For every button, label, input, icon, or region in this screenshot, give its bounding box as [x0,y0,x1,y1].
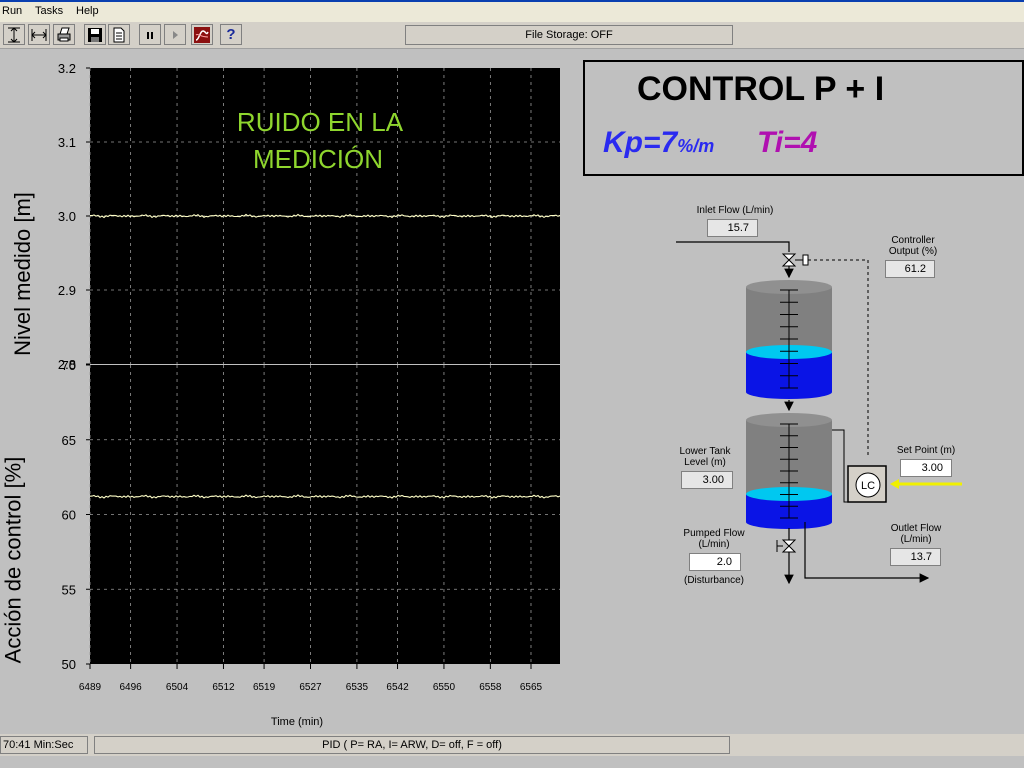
controller-output-label-1: Controller [891,235,935,246]
annotation-line-1: RUIDO EN LA [237,107,404,137]
x-tick-label: 6489 [79,682,102,693]
level-ytick-label: 2.9 [58,283,76,298]
outlet-flow-field: 13.7 [890,548,941,566]
outlet-valve-icon[interactable] [776,539,797,553]
controller-mode: PID ( P= RA, I= ARW, D= off, F = off) [94,736,730,754]
pumped-flow-label-2: (L/min) [698,539,730,550]
action-ytick-label: 70 [62,358,76,373]
sensor-line [832,429,848,503]
outlet-flow-label-2: (L/min) [900,534,932,545]
status-bar: 70:41 Min:Sec PID ( P= RA, I= ARW, D= of… [0,734,1024,756]
lower-tank [746,413,832,529]
setpoint-field[interactable]: 3.00 [900,459,952,477]
level-ytick-label: 3.0 [58,209,76,224]
action-ytick-label: 55 [62,582,76,597]
x-tick-label: 6558 [479,682,502,693]
inlet-flow-label: Inlet Flow (L/min) [696,205,774,216]
setpoint-label: Set Point (m) [896,445,956,456]
inlet-flow-field: 15.7 [707,219,758,237]
x-tick-label: 6527 [299,682,322,693]
x-tick-label: 6512 [212,682,235,693]
x-axis-label: Time (min) [271,716,323,728]
inlet-valve-icon[interactable] [781,253,809,267]
x-tick-label: 6550 [433,682,456,693]
inlet-pipe [676,241,790,252]
x-tick-label: 6504 [166,682,189,693]
lc-label: LC [861,480,875,492]
control-info-box: CONTROL P + I Kp=7%/m Ti=4 [583,60,1024,176]
action-yticks: 70 65 60 55 50 [62,358,90,672]
x-ticks: 6489 6496 6504 6512 6519 6527 6535 6542 6550 6558… [79,664,543,693]
elapsed-time: 70:41 Min:Sec [0,736,88,754]
annotation-line-2: MEDICIÓN [253,144,383,174]
x-tick-label: 6519 [253,682,276,693]
x-tick-label: 6535 [346,682,369,693]
kp-text: Kp=7 [603,126,678,159]
control-title: CONTROL P + I [637,70,885,108]
level-ytick-label: 3.1 [58,135,76,150]
level-ytick-label: 3.2 [58,61,76,76]
outlet-flow-label-1: Outlet Flow [890,523,942,534]
level-controller[interactable]: LC [847,465,887,503]
controller-output-field: 61.2 [885,260,935,278]
lower-tank-level-field: 3.00 [681,471,733,489]
lower-tank-label-1: Lower Tank [679,446,731,457]
action-ytick-label: 60 [62,508,76,523]
level-yticks: 3.23.13.02.92.8 [58,61,90,372]
action-ytick-label: 65 [62,433,76,448]
lower-tank-label-2: Level (m) [684,457,726,468]
controller-output-label-2: Output (%) [888,246,938,257]
process-diagram: LC [676,241,962,585]
charts-svg: 3.23.13.02.92.8 7065605550 6489 6496 6504 6… [58,61,561,728]
bottom-strip [0,756,1024,768]
kp-unit: %/m [677,136,715,156]
kp-value: Kp=7%/m [603,126,714,160]
x-tick-label: 6542 [386,682,409,693]
x-tick-label: 6496 [119,682,142,693]
pumped-flow-label-1: Pumped Flow [683,528,745,539]
action-ytick-label: 50 [62,657,76,672]
ti-value: Ti=4 [757,126,818,159]
pumped-flow-field[interactable]: 2.0 [689,553,741,571]
upper-tank [746,280,832,399]
x-tick-label: 6565 [520,682,543,693]
disturbance-label: (Disturbance) [683,575,745,586]
